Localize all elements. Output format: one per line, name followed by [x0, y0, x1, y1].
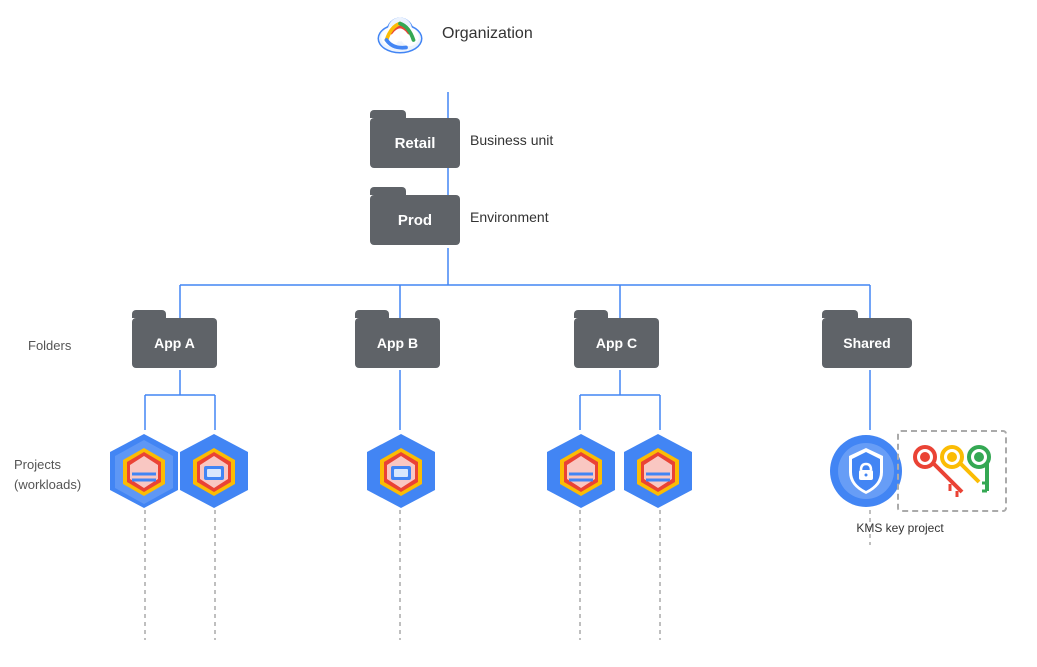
gcp-project-icon-chip — [173, 430, 255, 512]
retail-side-label: Business unit — [470, 132, 553, 148]
retail-folder: Retail — [370, 118, 460, 168]
shared-folder: Shared — [822, 318, 912, 368]
gcp-project-icon-c1 — [540, 430, 622, 512]
project-app-b-1 — [360, 430, 442, 517]
app-c-node: App C — [574, 318, 659, 368]
prod-side-label: Environment — [470, 209, 549, 225]
retail-node: Retail Business unit — [370, 118, 460, 168]
kms-keys-icon — [907, 439, 997, 504]
app-a-label: App A — [154, 335, 195, 351]
project-app-a-2 — [173, 430, 255, 517]
project-app-c-1 — [540, 430, 622, 517]
organization-node: Organization — [370, 10, 533, 58]
app-b-folder: App B — [355, 318, 440, 368]
prod-node: Prod Environment — [370, 195, 460, 245]
app-b-node: App B — [355, 318, 440, 368]
diagram: Organization Retail Business unit Prod E… — [0, 0, 1037, 667]
shared-node: Shared — [822, 318, 912, 368]
organization-label: Organization — [442, 25, 533, 43]
gcp-project-icon-b — [360, 430, 442, 512]
projects-section-label: Projects(workloads) — [14, 455, 81, 494]
kms-shield-icon — [825, 430, 907, 512]
folders-section-label: Folders — [28, 338, 71, 353]
prod-folder: Prod — [370, 195, 460, 245]
shared-label: Shared — [843, 335, 890, 351]
kms-label: KMS key project — [845, 520, 955, 537]
app-a-node: App A — [132, 318, 217, 368]
app-a-folder: App A — [132, 318, 217, 368]
kms-box — [897, 430, 1007, 512]
app-b-label: App B — [377, 335, 418, 351]
project-app-c-2 — [617, 430, 699, 517]
kms-project-node — [825, 430, 907, 517]
gcp-project-icon-c2 — [617, 430, 699, 512]
app-c-folder: App C — [574, 318, 659, 368]
prod-label: Prod — [398, 212, 432, 229]
app-c-label: App C — [596, 335, 637, 351]
retail-label: Retail — [395, 135, 436, 152]
google-cloud-icon — [370, 10, 430, 58]
